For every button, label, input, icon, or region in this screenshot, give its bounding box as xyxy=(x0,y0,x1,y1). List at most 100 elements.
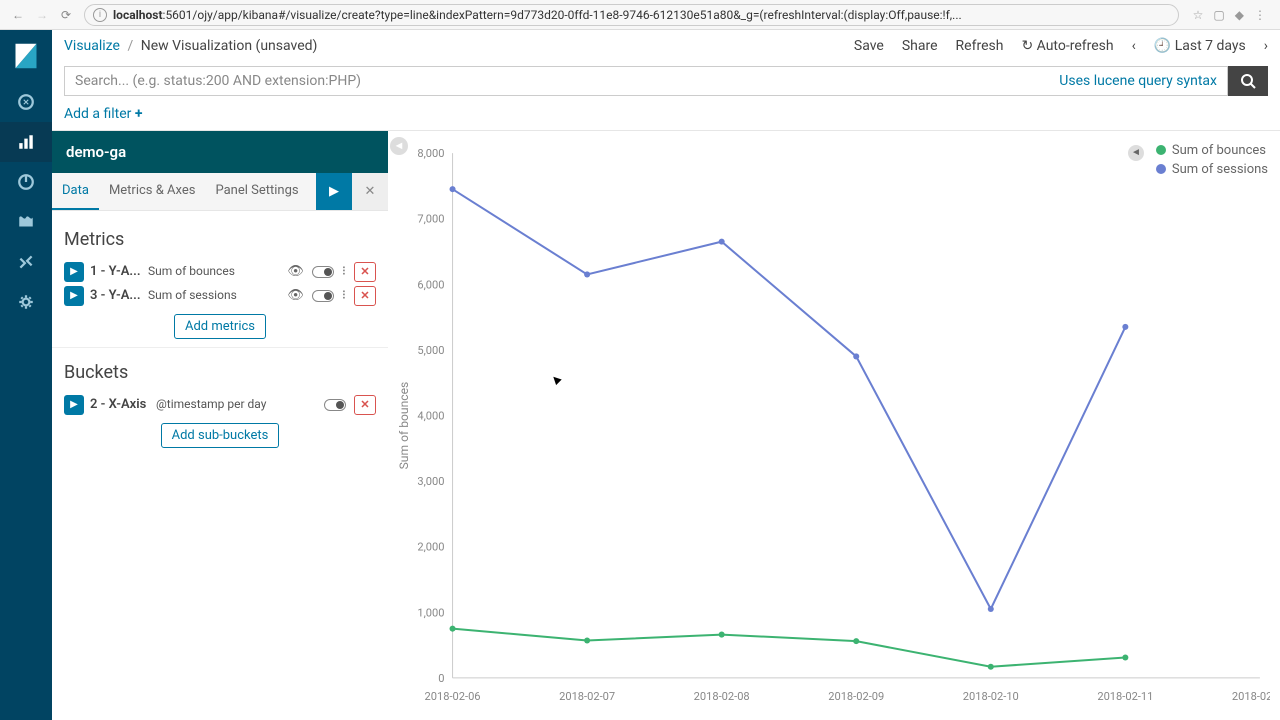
editor-tabs: Data Metrics & Axes Panel Settings ▶ ✕ xyxy=(52,173,388,211)
legend-item[interactable]: Sum of bounces xyxy=(1156,143,1268,158)
autorefresh-button[interactable]: ↻ Auto-refresh xyxy=(1021,38,1113,54)
line-chart: 0 1,000 2,000 3,000 4,000 5,000 6,000 7,000 8,00… xyxy=(392,141,1270,710)
toggle-bucket[interactable] xyxy=(324,399,346,411)
metric-desc: Sum of bounces xyxy=(148,265,281,278)
svg-text:2018-02-06: 2018-02-06 xyxy=(425,690,481,703)
main-area: Visualize / New Visualization (unsaved) … xyxy=(52,30,1280,720)
tab-data[interactable]: Data xyxy=(52,173,99,210)
url-path: :5601/ojy/app/kibana#/visualize/create?t… xyxy=(163,8,962,22)
save-button[interactable]: Save xyxy=(854,38,884,54)
svg-text:Sum of bounces: Sum of bounces xyxy=(397,382,411,470)
legend-item[interactable]: Sum of sessions xyxy=(1156,162,1268,177)
address-bar[interactable]: i localhost :5601/ojy/app/kibana#/visual… xyxy=(84,4,1179,26)
svg-text:7,000: 7,000 xyxy=(417,213,444,226)
bucket-row: ▶ 2 - X-Axis @timestamp per day ✕ xyxy=(64,395,376,415)
tab-panel-settings[interactable]: Panel Settings xyxy=(205,173,308,210)
vis-sidebar: demo-ga Data Metrics & Axes Panel Settin… xyxy=(52,131,388,720)
delete-metric-button[interactable]: ✕ xyxy=(354,262,376,282)
chart-pane: ◄ ◄ Sum of bounces Sum of sessions 0 1,00… xyxy=(388,131,1280,720)
toggle-metric[interactable] xyxy=(312,290,334,302)
top-actions: Save Share Refresh ↻ Auto-refresh ‹ 🕘 La… xyxy=(854,38,1268,54)
mouse-cursor xyxy=(553,371,563,385)
bucket-desc: @timestamp per day xyxy=(156,398,318,411)
metric-desc: Sum of sessions xyxy=(148,289,281,302)
svg-text:4,000: 4,000 xyxy=(417,409,444,422)
nav-visualize[interactable] xyxy=(0,122,52,162)
svg-text:2018-02-07: 2018-02-07 xyxy=(559,690,615,703)
svg-text:2018-02-12: 2018-02-12 xyxy=(1232,690,1270,703)
nav-dashboard[interactable] xyxy=(0,162,52,202)
hide-metric-icon[interactable]: 👁 xyxy=(287,288,304,303)
browser-chrome: ← → ⟳ i localhost :5601/ojy/app/kibana#/… xyxy=(0,0,1280,30)
browser-extensions: ☆ ▢ ◆ ⋮ xyxy=(1185,8,1274,22)
nav-management[interactable] xyxy=(0,282,52,322)
expand-metric-2[interactable]: ▶ xyxy=(64,286,84,306)
svg-text:2018-02-10: 2018-02-10 xyxy=(963,690,1019,703)
svg-text:3,000: 3,000 xyxy=(417,475,444,488)
time-range-picker[interactable]: 🕘 Last 7 days xyxy=(1154,38,1246,54)
search-row: Search... (e.g. status:200 AND extension… xyxy=(64,66,1268,96)
time-next-button[interactable]: › xyxy=(1264,38,1268,54)
ext-icon[interactable]: ◆ xyxy=(1235,8,1244,22)
metric-id: 1 - Y-A... xyxy=(90,264,142,279)
kibana-logo[interactable] xyxy=(0,30,52,82)
filter-bar: Add a filter + xyxy=(52,104,1280,130)
apply-button[interactable]: ▶ xyxy=(316,173,352,210)
metrics-heading: Metrics xyxy=(64,221,376,258)
drag-handle-icon[interactable]: ⁝ xyxy=(342,288,346,303)
buckets-heading: Buckets xyxy=(64,354,376,391)
delete-metric-button[interactable]: ✕ xyxy=(354,286,376,306)
site-info-icon[interactable]: i xyxy=(93,8,107,22)
tab-metrics-axes[interactable]: Metrics & Axes xyxy=(99,173,206,210)
forward-button[interactable]: → xyxy=(30,8,54,22)
refresh-button[interactable]: Refresh xyxy=(956,38,1004,54)
svg-text:2018-02-09: 2018-02-09 xyxy=(828,690,884,703)
nav-devtools[interactable] xyxy=(0,242,52,282)
svg-text:2018-02-08: 2018-02-08 xyxy=(694,690,750,703)
svg-text:5,000: 5,000 xyxy=(417,344,444,357)
query-placeholder: Search... (e.g. status:200 AND extension… xyxy=(75,73,361,89)
metric-row: ▶ 1 - Y-A... Sum of bounces 👁 ⁝ ✕ xyxy=(64,262,376,282)
collapse-sidebar-icon[interactable]: ◄ xyxy=(390,137,408,155)
index-pattern-title: demo-ga xyxy=(52,131,388,173)
discard-button[interactable]: ✕ xyxy=(352,173,388,210)
hide-metric-icon[interactable]: 👁 xyxy=(287,264,304,279)
star-icon[interactable]: ☆ xyxy=(1193,8,1204,22)
cast-icon[interactable]: ▢ xyxy=(1213,8,1224,22)
workspace: demo-ga Data Metrics & Axes Panel Settin… xyxy=(52,130,1280,720)
search-submit-button[interactable] xyxy=(1228,66,1268,96)
lucene-hint[interactable]: Uses lucene query syntax xyxy=(1059,73,1217,89)
svg-text:0: 0 xyxy=(438,672,444,685)
share-button[interactable]: Share xyxy=(902,38,938,54)
url-host: localhost xyxy=(113,8,163,22)
delete-bucket-button[interactable]: ✕ xyxy=(354,395,376,415)
query-input[interactable]: Search... (e.g. status:200 AND extension… xyxy=(64,66,1228,96)
editor-body: Metrics ▶ 1 - Y-A... Sum of bounces 👁 ⁝ … xyxy=(52,211,388,466)
nav-timelion[interactable] xyxy=(0,202,52,242)
menu-icon[interactable]: ⋮ xyxy=(1254,8,1266,22)
svg-text:8,000: 8,000 xyxy=(417,147,444,160)
reload-button[interactable]: ⟳ xyxy=(54,8,78,22)
svg-text:6,000: 6,000 xyxy=(417,278,444,291)
breadcrumb-current: New Visualization (unsaved) xyxy=(141,38,318,54)
add-filter-button[interactable]: Add a filter + xyxy=(64,106,143,122)
add-sub-buckets-button[interactable]: Add sub-buckets xyxy=(161,423,280,448)
expand-metric-1[interactable]: ▶ xyxy=(64,262,84,282)
metric-row: ▶ 3 - Y-A... Sum of sessions 👁 ⁝ ✕ xyxy=(64,286,376,306)
breadcrumb: Visualize / New Visualization (unsaved) xyxy=(64,38,854,54)
toggle-metric[interactable] xyxy=(312,266,334,278)
svg-text:2018-02-11: 2018-02-11 xyxy=(1097,690,1153,703)
side-nav xyxy=(0,30,52,720)
breadcrumb-root[interactable]: Visualize xyxy=(64,38,120,54)
time-prev-button[interactable]: ‹ xyxy=(1132,38,1136,54)
expand-bucket[interactable]: ▶ xyxy=(64,395,84,415)
add-metrics-button[interactable]: Add metrics xyxy=(174,314,266,339)
svg-text:2,000: 2,000 xyxy=(417,541,444,554)
metric-id: 3 - Y-A... xyxy=(90,288,142,303)
drag-handle-icon[interactable]: ⁝ xyxy=(342,264,346,279)
svg-text:1,000: 1,000 xyxy=(417,606,444,619)
nav-discover[interactable] xyxy=(0,82,52,122)
legend-toggle-icon[interactable]: ◄ xyxy=(1128,145,1144,161)
chart-legend: Sum of bounces Sum of sessions xyxy=(1156,143,1268,181)
back-button[interactable]: ← xyxy=(6,8,30,22)
